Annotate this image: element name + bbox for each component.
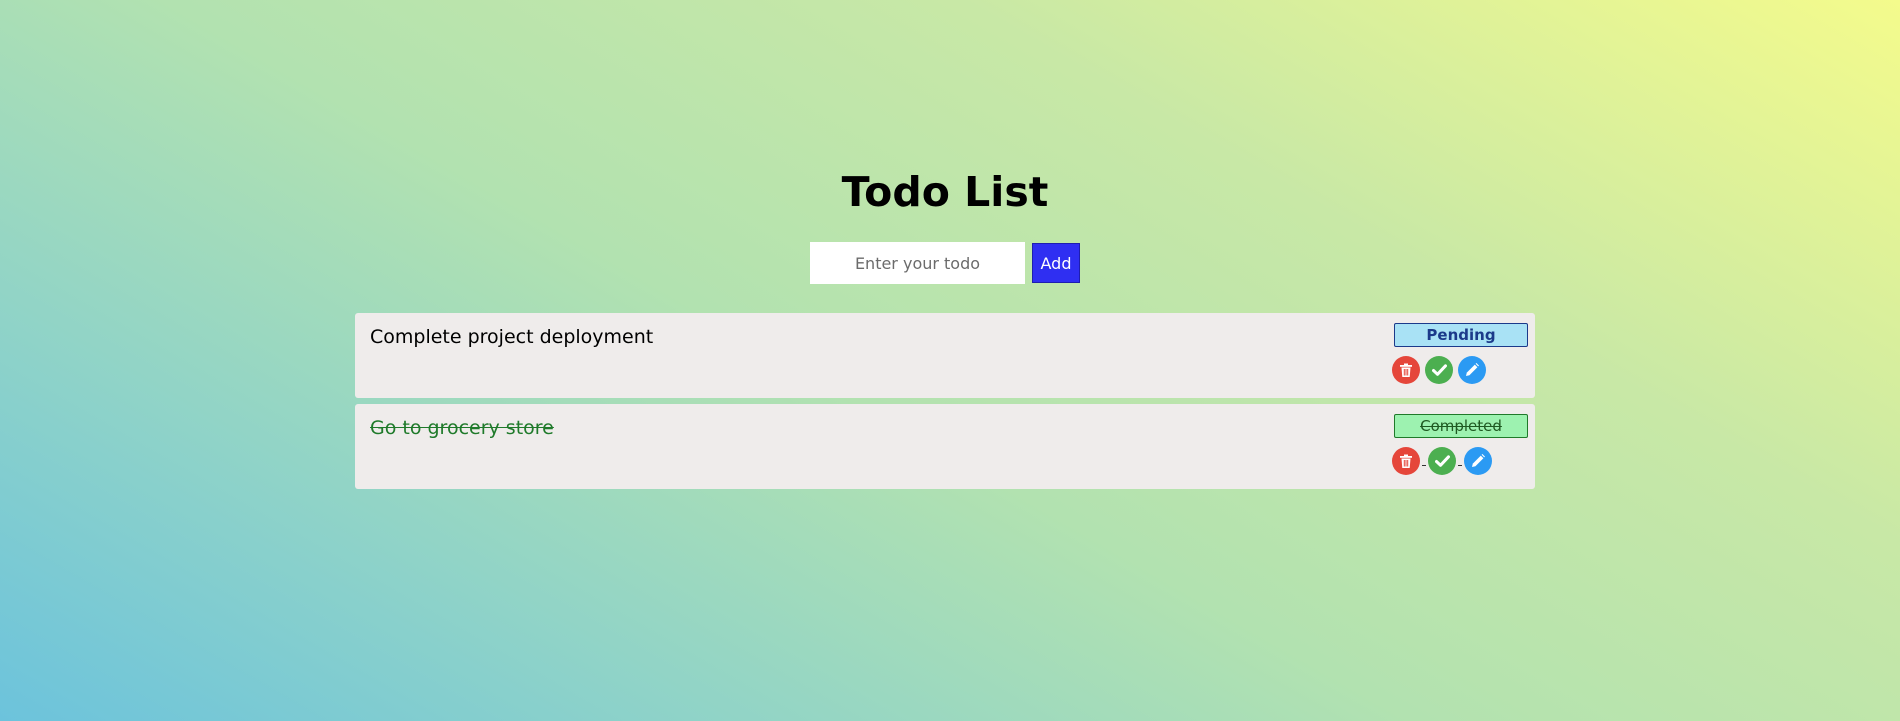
todo-text: Go to grocery store <box>370 417 554 439</box>
delete-button[interactable] <box>1392 356 1420 384</box>
edit-button[interactable] <box>1458 356 1486 384</box>
delete-button[interactable] <box>1392 447 1420 475</box>
complete-button[interactable] <box>1425 356 1453 384</box>
pencil-icon <box>1465 363 1479 377</box>
separator <box>1458 465 1462 466</box>
page-title: Todo List <box>841 168 1049 216</box>
todo-form: Add <box>810 242 1080 284</box>
todo-input[interactable] <box>810 242 1025 284</box>
edit-button[interactable] <box>1464 447 1492 475</box>
pencil-icon <box>1471 454 1485 468</box>
todo-list: Complete project deployment Pending Go t… <box>355 313 1535 495</box>
check-icon <box>1434 455 1450 467</box>
separator <box>1422 465 1426 466</box>
todo-item: Complete project deployment Pending <box>355 313 1535 398</box>
todo-actions <box>1392 356 1486 384</box>
todo-item: Go to grocery store Completed <box>355 404 1535 489</box>
todo-text: Complete project deployment <box>370 326 654 348</box>
status-badge: Pending <box>1394 323 1528 347</box>
status-badge: Completed <box>1394 414 1528 438</box>
trash-icon <box>1399 454 1413 469</box>
check-icon <box>1431 364 1447 376</box>
todo-actions <box>1392 447 1492 475</box>
add-button[interactable]: Add <box>1032 243 1080 283</box>
trash-icon <box>1399 363 1413 378</box>
complete-button[interactable] <box>1428 447 1456 475</box>
